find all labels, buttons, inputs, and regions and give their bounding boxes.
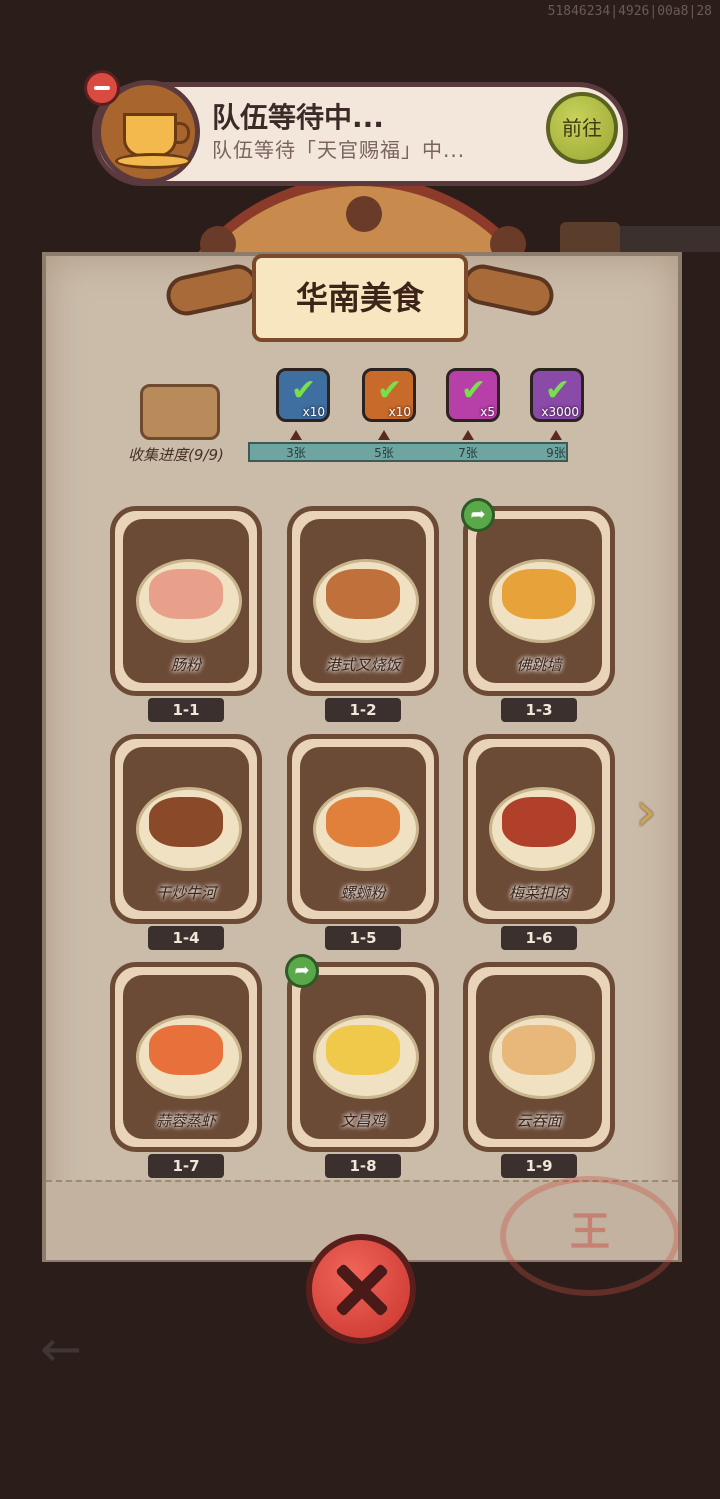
food-card[interactable]: 螺蛳粉 [287,734,439,924]
reward-crystal-icon[interactable]: ✔ x3000 [530,368,584,422]
card-number: 1-5 [325,926,401,950]
food-card[interactable]: 肠粉 [110,506,262,696]
card-number: 1-4 [148,926,224,950]
food-card[interactable]: 文昌鸡 [287,962,439,1152]
card-number: 1-1 [148,698,224,722]
progress-tick-label: 5张 [374,446,394,460]
food-icon [326,569,400,619]
reward-qty: x5 [480,405,495,419]
stamp-icon: 王 [500,1176,680,1296]
close-button[interactable] [306,1234,416,1344]
food-card[interactable]: 港式叉烧饭 [287,506,439,696]
card-number: 1-2 [325,698,401,722]
team-status-subtitle: 队伍等待「天官赐福」中... [212,138,466,162]
food-card[interactable]: 蒜蓉蒸虾 [110,962,262,1152]
card-number: 1-8 [325,1154,401,1178]
food-icon [326,797,400,847]
reward-qty: x10 [302,405,325,419]
food-icon [502,1025,576,1075]
progress-tick-label: 9张 [546,446,566,460]
reward-gem-icon[interactable]: ✔ x5 [446,368,500,422]
panel-title: 华南美食 [252,254,468,342]
food-icon [149,1025,223,1075]
food-card[interactable]: 佛跳墙 [463,506,615,696]
check-icon: ✔ [377,373,403,408]
check-icon: ✔ [545,373,571,408]
progress-tick-label: 3张 [286,446,306,460]
food-icon [502,797,576,847]
dismiss-notification-button[interactable] [84,70,120,106]
reward-qty: x10 [388,405,411,419]
food-card[interactable]: 云吞面 [463,962,615,1152]
debug-id-text: 51846234|4926|00a8|28 [547,4,712,19]
food-name: 肠粉 [170,656,201,674]
food-name: 蒜蓉蒸虾 [155,1112,216,1130]
share-icon[interactable]: ➦ [285,954,319,988]
card-number: 1-6 [501,926,577,950]
food-card[interactable]: 梅菜扣肉 [463,734,615,924]
food-icon [149,797,223,847]
food-name: 云吞面 [516,1112,562,1130]
reward-treasure-chest-icon[interactable]: ✔ x10 [276,368,330,422]
reward-key-icon[interactable]: ✔ x10 [362,368,416,422]
food-icon [502,569,576,619]
card-number: 1-3 [501,698,577,722]
reward-qty: x3000 [541,405,579,419]
card-number: 1-9 [501,1154,577,1178]
check-icon: ✔ [461,373,487,408]
share-icon[interactable]: ➦ [461,498,495,532]
progress-tick [378,430,390,440]
card-number: 1-7 [148,1154,224,1178]
food-name: 梅菜扣肉 [508,884,569,902]
food-card[interactable]: 干炒牛河 [110,734,262,924]
food-icon [149,569,223,619]
go-button[interactable]: 前往 [546,92,618,164]
food-icon [326,1025,400,1075]
progress-tick [290,430,302,440]
food-name: 文昌鸡 [340,1112,386,1130]
progress-tick [550,430,562,440]
team-status-title: 队伍等待中... [212,101,384,134]
next-page-arrow-icon[interactable]: › [624,780,668,844]
check-icon: ✔ [291,373,317,408]
collection-box-icon [140,384,220,440]
food-name: 港式叉烧饭 [325,656,401,674]
back-arrow-icon[interactable]: ← [40,1320,100,1380]
food-name: 佛跳墙 [516,656,562,674]
food-name: 干炒牛河 [155,884,216,902]
collect-progress-label: 收集进度(9/9) [128,446,224,464]
food-name: 螺蛳粉 [340,884,386,902]
progress-tick [462,430,474,440]
progress-tick-label: 7张 [458,446,478,460]
